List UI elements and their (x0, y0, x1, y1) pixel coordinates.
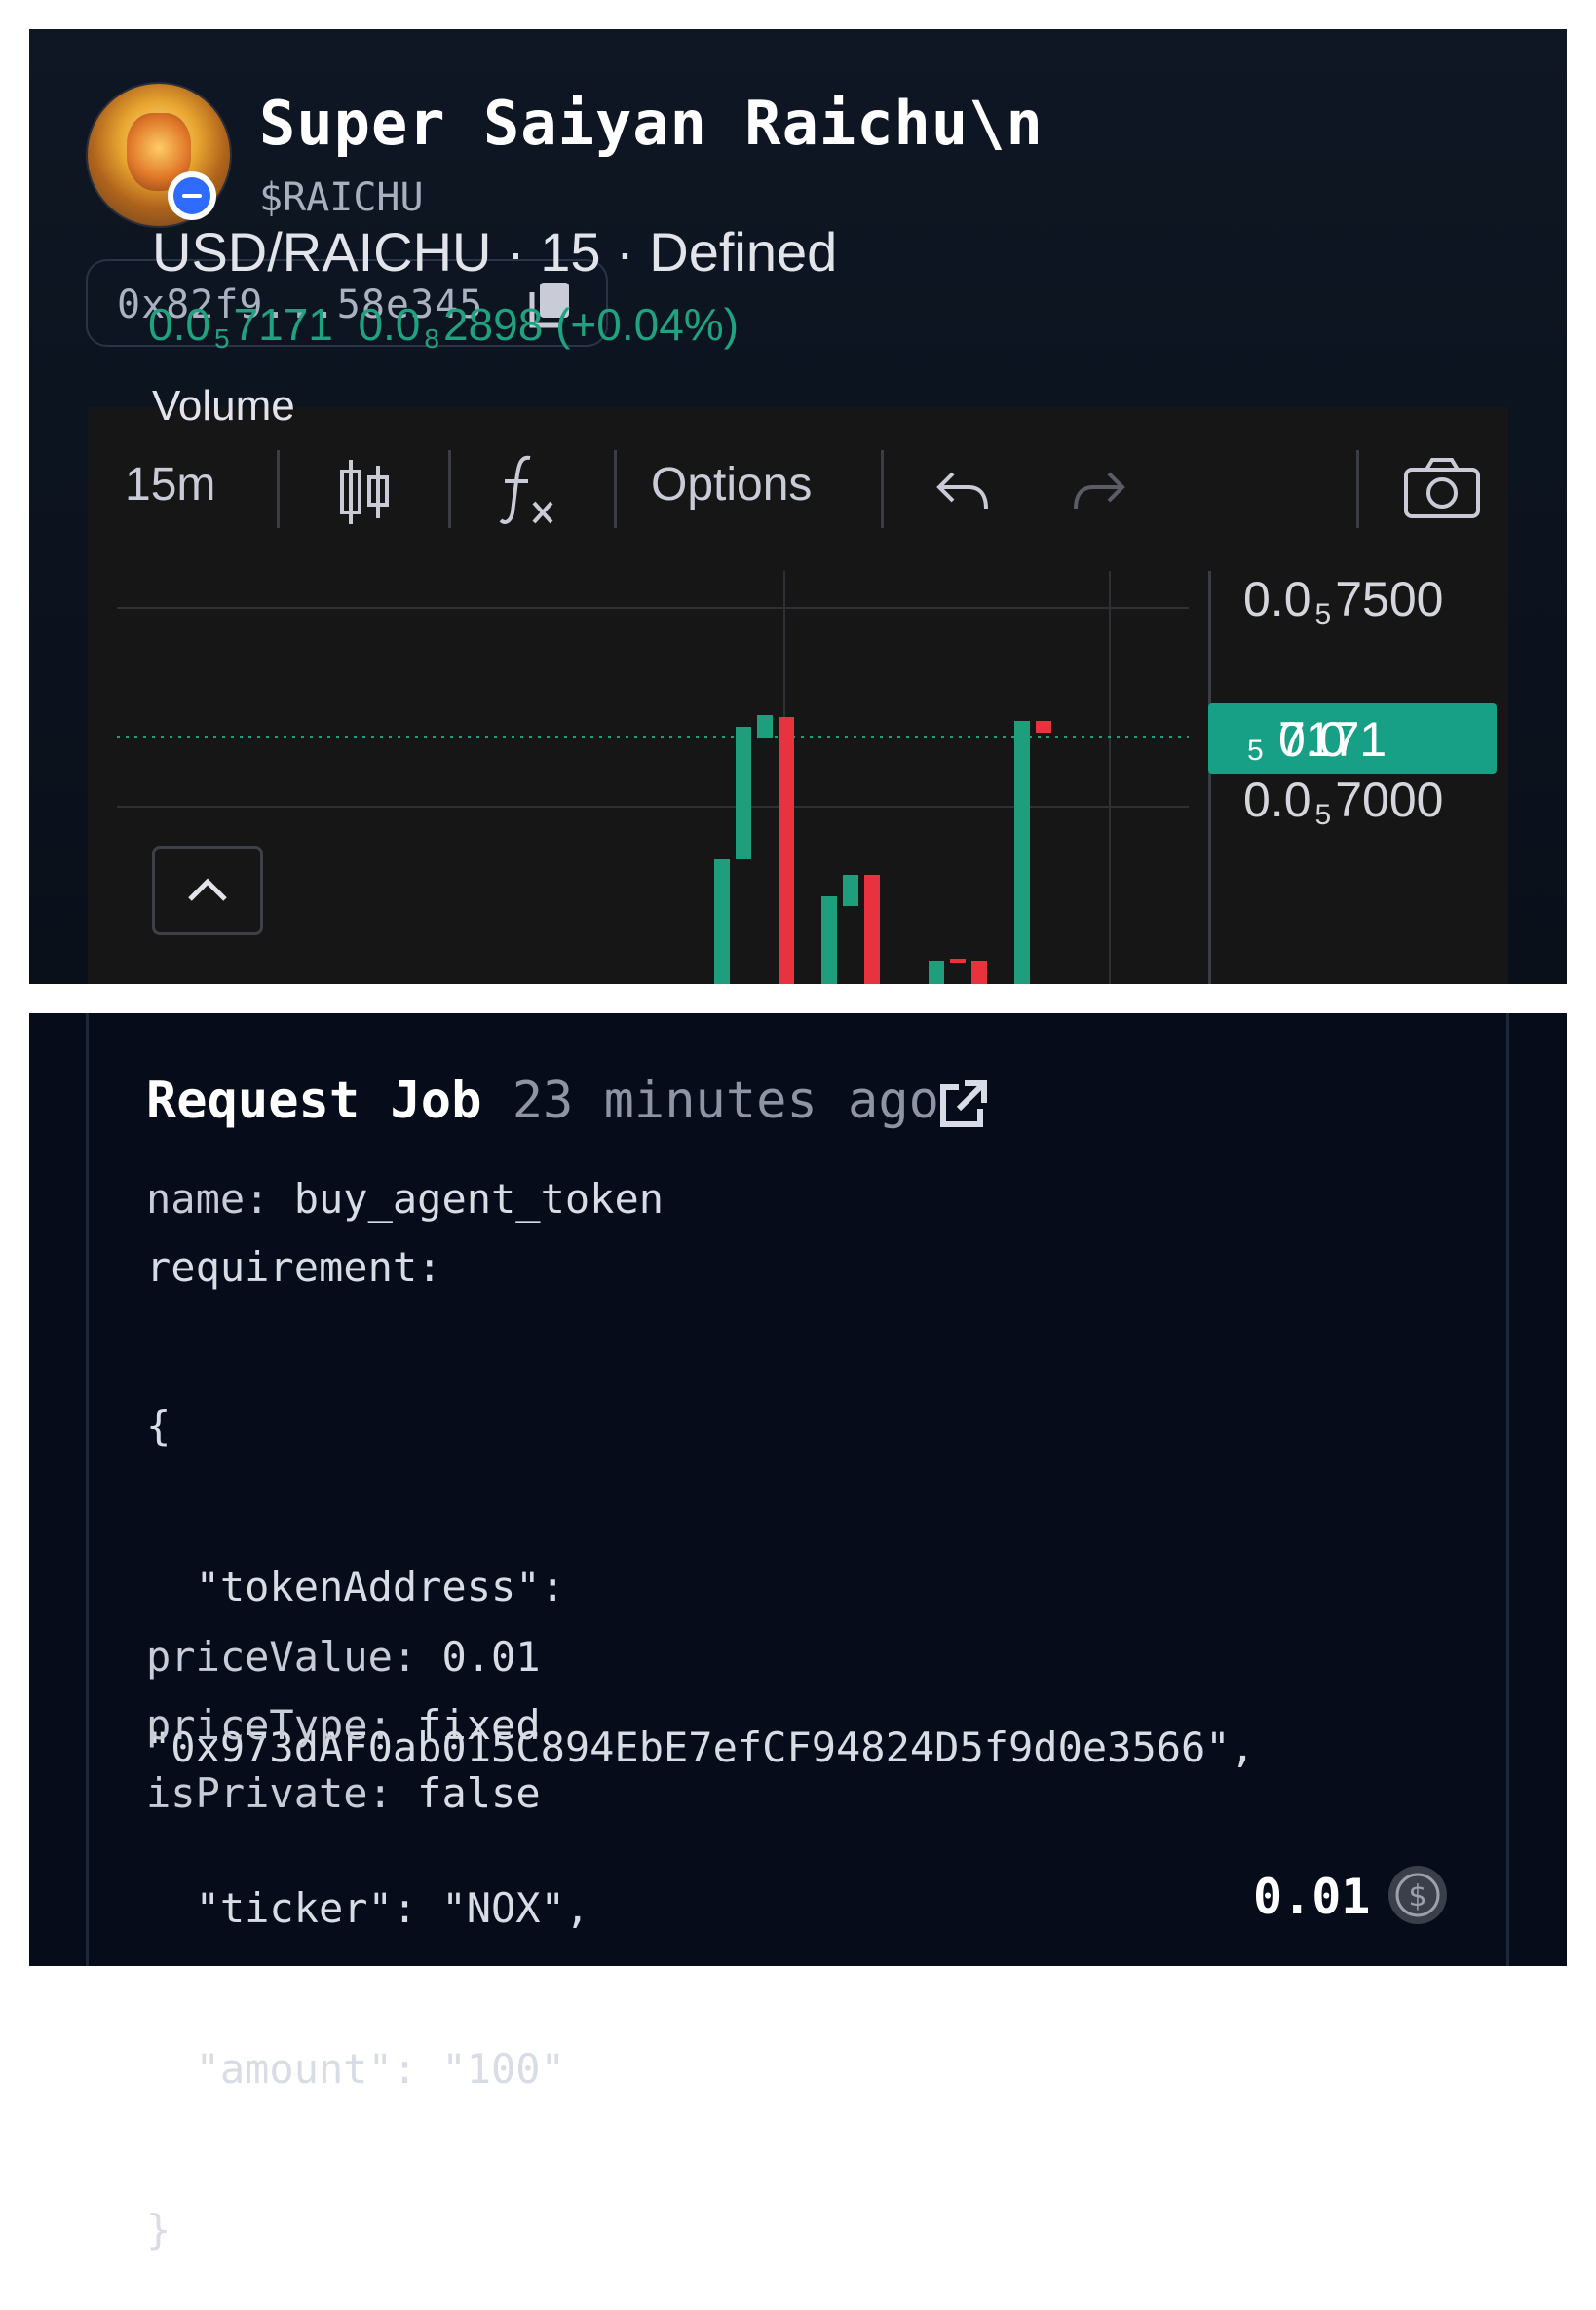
usdc-coin-icon: $ (1388, 1866, 1447, 1924)
token-ticker: $RAICHU (259, 175, 424, 220)
chevron-up-icon (188, 878, 227, 901)
token-panel: Super Saiyan Raichu\n $RAICHU 0x82f9...5… (29, 29, 1567, 984)
candle-bar (821, 896, 837, 984)
axis-tick-label: 0.0 57000 (1243, 773, 1444, 831)
candle-bar (864, 875, 880, 984)
candlestick-type-icon[interactable] (337, 458, 392, 526)
redo-icon[interactable] (1072, 470, 1126, 514)
candle-bar (843, 875, 858, 906)
chart-toolbar: 15m Options (88, 407, 1508, 563)
current-price-tag: 0.0 5 7171 (1208, 703, 1497, 774)
job-time-ago: 23 minutes ago (512, 1072, 939, 1130)
price-chart[interactable]: 15m Options 0.0 57500 0.0 5 7171 0.0 570… (88, 407, 1508, 984)
job-price-value-row: priceValue: 0.01 (146, 1633, 541, 1681)
code-line: "ticker": "NOX", (146, 1884, 590, 1932)
job-requirement-key: requirement: (146, 1243, 442, 1291)
candle-bar (929, 961, 944, 984)
panel-border-left (86, 1013, 89, 1966)
options-button[interactable]: Options (651, 458, 812, 511)
collapse-legend-button[interactable] (152, 846, 263, 935)
code-line: } (146, 2206, 171, 2253)
candle-bar (1014, 721, 1030, 984)
price-axis: 0.0 57500 0.0 5 7171 0.0 57000 (1208, 571, 1508, 984)
code-line: { (146, 1402, 171, 1450)
candles-plot[interactable] (117, 571, 1189, 984)
code-line: "tokenAddress": (146, 1563, 565, 1610)
chain-badge-icon (168, 171, 216, 220)
camera-icon[interactable] (1403, 456, 1481, 520)
candle-bar (1036, 721, 1051, 733)
token-name: Super Saiyan Raichu\n (259, 88, 1044, 159)
chart-legend-title: USD/RAICHU · 15 · Defined (152, 221, 838, 283)
volume-label: Volume (152, 382, 295, 430)
candle-bar (971, 961, 987, 984)
axis-tick-label: 0.0 57500 (1243, 572, 1444, 630)
job-name-row: name: buy_agent_token (146, 1175, 665, 1223)
candle-bar (757, 715, 773, 738)
panel-border-right (1506, 1013, 1509, 1966)
job-title: Request Job (146, 1072, 482, 1130)
candle-bar (714, 859, 730, 984)
job-header: Request Job 23 minutes ago (146, 1072, 939, 1130)
interval-selector[interactable]: 15m (125, 458, 215, 511)
code-line: "amount": "100" (146, 2045, 565, 2093)
job-is-private-row: isPrivate: false (146, 1769, 541, 1817)
undo-icon[interactable] (935, 470, 990, 514)
job-total-price: 0.01 (1253, 1869, 1371, 1925)
job-price-type-row: priceType: fixed (146, 1701, 541, 1749)
candle-bar (779, 717, 794, 984)
indicators-fx-icon[interactable] (497, 452, 555, 528)
external-link-icon[interactable] (935, 1079, 988, 1132)
candle-bar (736, 727, 751, 859)
svg-text:$: $ (1408, 1879, 1426, 1913)
candle-bar (950, 959, 966, 963)
chart-legend-values: 0.0 57171 0.0 82898 (+0.04%) (148, 299, 740, 354)
